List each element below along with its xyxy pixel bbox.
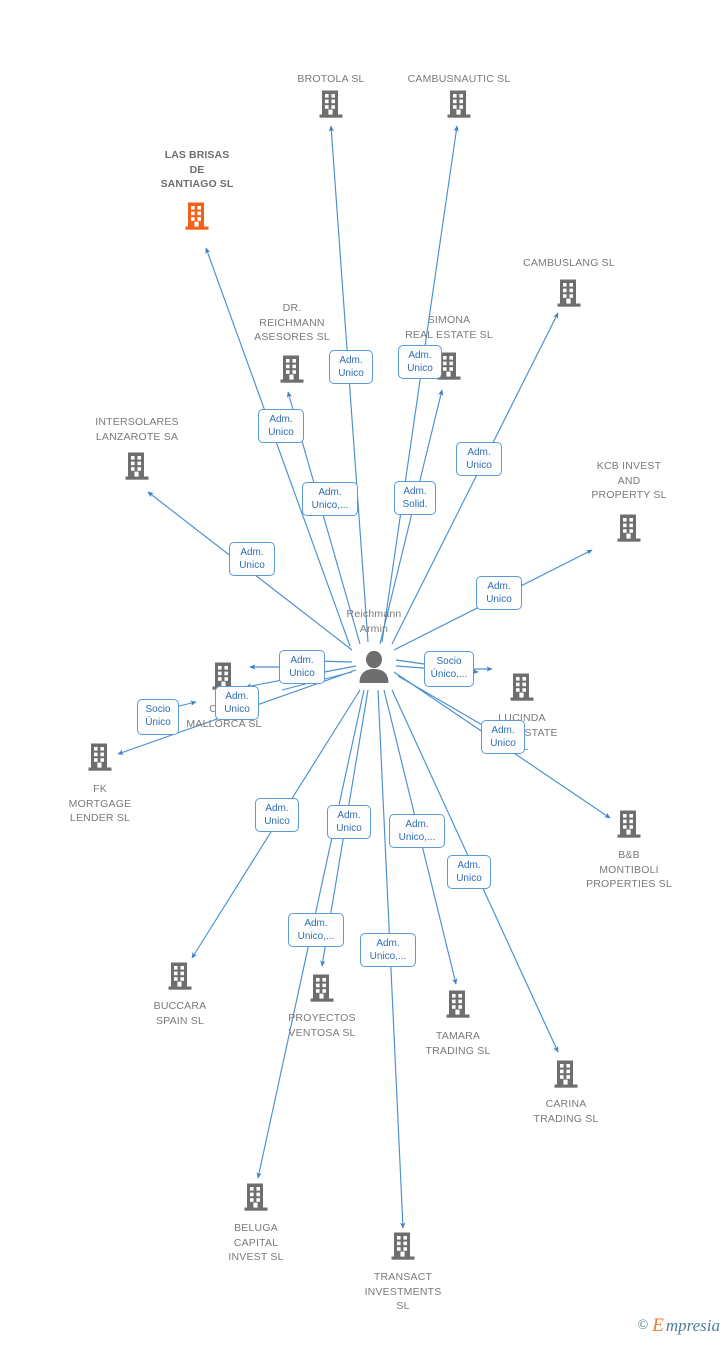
relationship-role-label[interactable]: Socio Único xyxy=(137,699,179,735)
brand-initial: E xyxy=(652,1315,664,1336)
building-icon[interactable] xyxy=(87,742,113,777)
company-name-label: BELUGA CAPITAL INVEST SL xyxy=(228,1222,284,1263)
building-icon[interactable] xyxy=(318,89,344,124)
building-icon[interactable] xyxy=(390,1231,416,1266)
company-name-label: TAMARA TRADING SL xyxy=(425,1030,491,1057)
person-name-label: Reichmann Armin xyxy=(346,608,402,635)
company-name-label: BROTOLA SL xyxy=(297,73,365,85)
relationship-role-label[interactable]: Adm. Unico xyxy=(258,409,304,443)
relationship-role-label[interactable]: Adm. Unico,... xyxy=(288,913,344,947)
relationship-role-label[interactable]: Adm. Unico,... xyxy=(302,482,358,516)
relationship-role-label[interactable]: Adm. Unico,... xyxy=(389,814,445,848)
building-icon[interactable] xyxy=(509,672,535,707)
relationship-edge xyxy=(328,125,369,643)
company-name-label: CAMBUSLANG SL xyxy=(523,257,615,269)
relationship-edge xyxy=(379,389,444,645)
building-icon[interactable] xyxy=(243,1182,269,1217)
brand-name: mpresia xyxy=(665,1316,720,1335)
building-icon[interactable] xyxy=(553,1059,579,1094)
building-icon[interactable] xyxy=(167,961,193,996)
relationship-role-label[interactable]: Adm. Unico xyxy=(476,576,522,610)
company-name-label: KCB INVEST AND PROPERTY SL xyxy=(591,460,667,501)
company-name-label: INTERSOLARES LANZAROTE SA xyxy=(95,416,179,443)
relationship-role-label[interactable]: Adm. Unico xyxy=(215,686,259,720)
relationship-role-label[interactable]: Adm. Solid. xyxy=(394,481,436,515)
company-name-label: B&B MONTIBOLI PROPERTIES SL xyxy=(586,849,672,890)
relationship-role-label[interactable]: Adm. Unico xyxy=(481,720,525,754)
building-icon[interactable] xyxy=(446,89,472,124)
relationship-role-label[interactable]: Adm. Unico xyxy=(279,650,325,684)
building-icon[interactable] xyxy=(616,513,642,548)
company-name-label: BUCCARA SPAIN SL xyxy=(153,1000,207,1027)
person-icon[interactable] xyxy=(356,650,392,689)
relationship-role-label[interactable]: Adm. Unico xyxy=(229,542,275,576)
relationship-role-label[interactable]: Adm. Unico xyxy=(255,798,299,832)
relationship-role-label[interactable]: Adm. Unico xyxy=(456,442,502,476)
building-icon[interactable] xyxy=(279,354,305,389)
company-name-label: LAS BRISAS DE SANTIAGO SL xyxy=(160,149,234,190)
building-icon[interactable] xyxy=(556,278,582,313)
company-name-label: DR. REICHMANN ASESORES SL xyxy=(254,302,330,343)
company-name-label: FK MORTGAGE LENDER SL xyxy=(68,783,132,824)
company-name-label: SIMONA REAL ESTATE SL xyxy=(405,314,493,341)
relationship-role-label[interactable]: Socio Único,... xyxy=(424,651,474,687)
building-icon[interactable] xyxy=(445,989,471,1024)
building-icon[interactable] xyxy=(309,973,335,1008)
relationship-connector xyxy=(395,659,425,665)
company-name-label: CARINA TRADING SL xyxy=(533,1098,599,1125)
relationship-graph-canvas: BROTOLA SL CAMBUSNAUTIC SL LAS BRISAS DE S… xyxy=(0,0,728,1345)
relationship-role-label[interactable]: Adm. Unico xyxy=(447,855,491,889)
building-icon[interactable] xyxy=(184,201,210,236)
company-name-label: PROYECTOS VENTOSA SL xyxy=(288,1012,356,1039)
company-name-label: TRANSACT INVESTMENTS SL xyxy=(364,1271,442,1312)
relationship-role-label[interactable]: Adm. Unico,... xyxy=(360,933,416,967)
relationship-role-label[interactable]: Adm. Unico xyxy=(327,805,371,839)
relationship-role-label[interactable]: Adm. Unico xyxy=(329,350,373,384)
building-icon[interactable] xyxy=(124,451,150,486)
building-icon[interactable] xyxy=(616,809,642,844)
empresia-watermark: © Empresia xyxy=(638,1315,720,1337)
company-name-label: CAMBUSNAUTIC SL xyxy=(407,73,511,85)
relationship-role-label[interactable]: Adm. Unico xyxy=(398,345,442,379)
copyright-symbol: © xyxy=(637,1318,649,1333)
